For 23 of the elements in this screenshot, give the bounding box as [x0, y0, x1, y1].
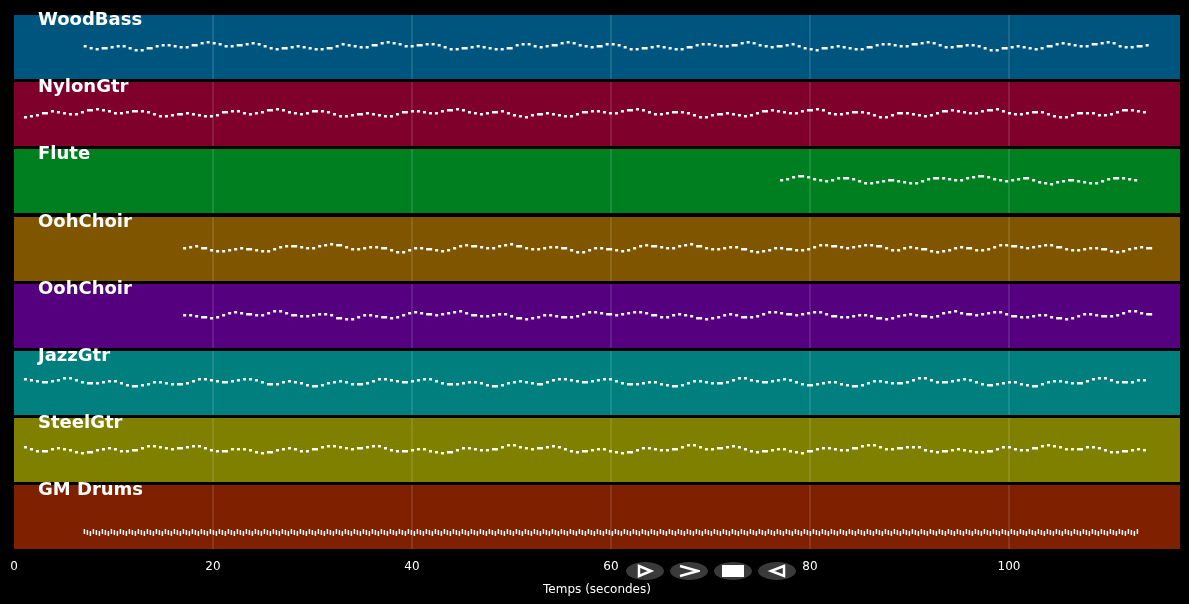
track-name: NylonGtr — [38, 75, 129, 98]
back-button[interactable] — [758, 562, 796, 580]
track-name: JazzGtr — [38, 343, 111, 366]
axis-label: Temps (secondes) — [543, 581, 651, 596]
tick-label: 20 — [205, 558, 221, 573]
tick-label: 100 — [997, 558, 1021, 573]
track-name: OohChoir — [38, 209, 132, 232]
play-button[interactable] — [626, 562, 664, 580]
track-name: Flute — [38, 142, 91, 165]
triangle-left-icon — [767, 564, 787, 578]
tick-label: 0 — [10, 558, 18, 573]
tick-label: 80 — [802, 558, 818, 573]
play-icon — [635, 564, 655, 578]
stop-button[interactable] — [714, 562, 752, 580]
track-name: WoodBass — [38, 8, 143, 30]
tick-label: 60 — [603, 558, 619, 573]
track-name: GM Drums — [38, 478, 144, 501]
forward-button[interactable] — [670, 562, 708, 580]
stop-icon — [722, 565, 744, 577]
tick-label: 40 — [404, 558, 420, 573]
track-name: SteelGtr — [38, 411, 123, 434]
chevron-right-icon — [678, 564, 700, 578]
track-name: OohChoir — [38, 276, 132, 299]
